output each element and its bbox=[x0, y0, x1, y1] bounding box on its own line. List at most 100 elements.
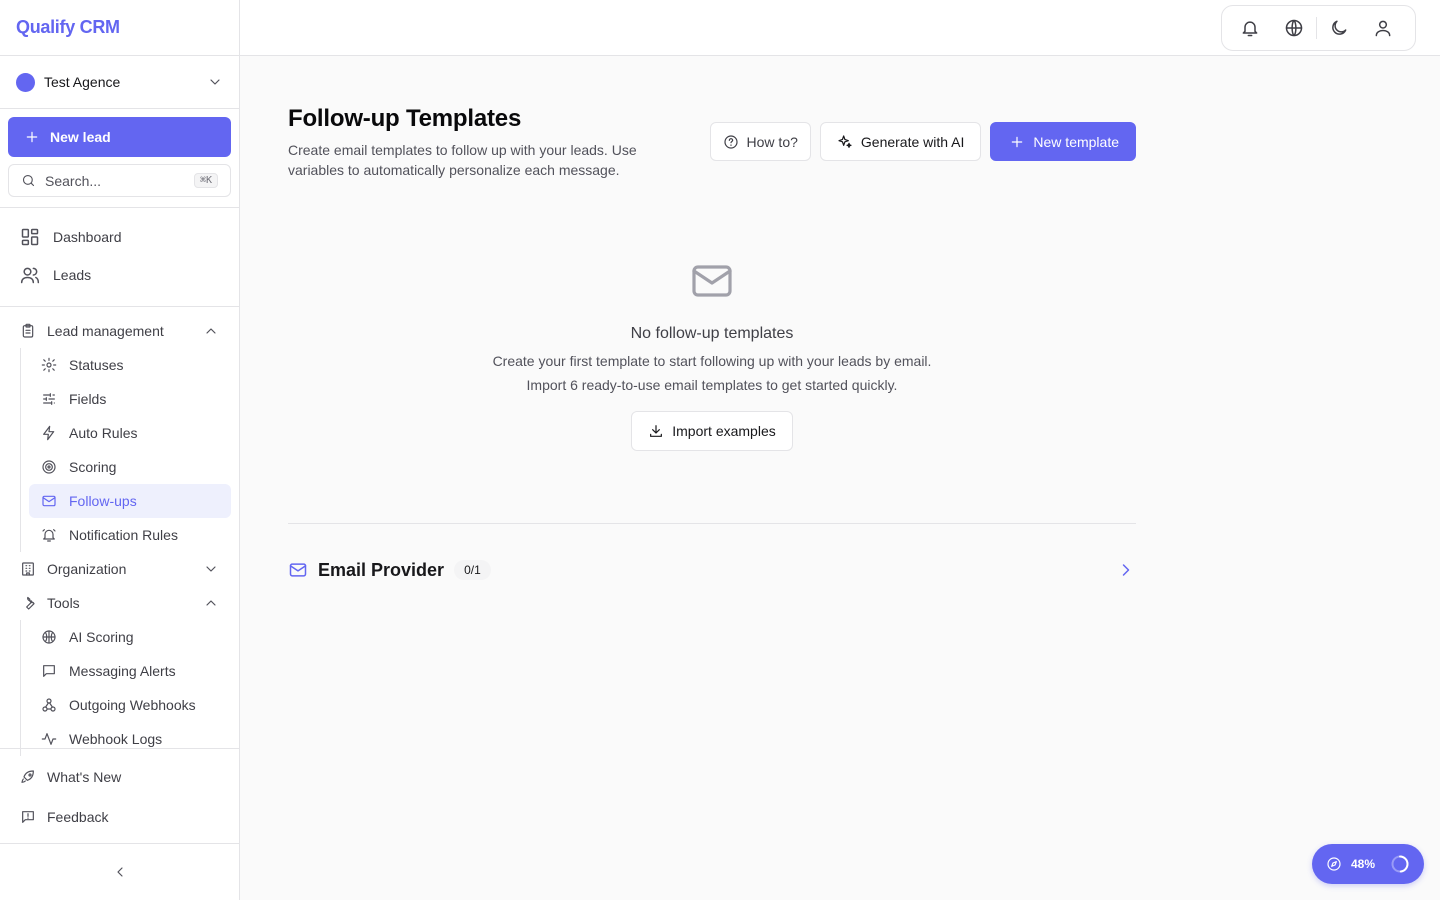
sidebar-item-auto-rules[interactable]: Auto Rules bbox=[29, 416, 231, 450]
globe-icon bbox=[1284, 18, 1304, 38]
sidebar-actions: New lead ⌘K bbox=[0, 109, 239, 208]
lead-management-list: Statuses Fields Auto Rules Scoring Follo… bbox=[20, 348, 231, 552]
chevron-down-icon bbox=[203, 561, 219, 577]
sidebar-item-label: Messaging Alerts bbox=[69, 663, 176, 679]
plus-icon bbox=[1009, 134, 1025, 150]
nav-item-label: Feedback bbox=[47, 809, 109, 825]
rocket-icon bbox=[20, 769, 36, 785]
chevron-left-icon bbox=[112, 864, 128, 880]
sidebar: Qualify CRM Test Agence New lead ⌘K D bbox=[0, 0, 240, 900]
group-tools[interactable]: Tools bbox=[8, 586, 231, 620]
sidebar-item-follow-ups[interactable]: Follow-ups bbox=[29, 484, 231, 518]
theme-toggle-button[interactable] bbox=[1317, 11, 1361, 45]
clipboard-icon bbox=[20, 323, 36, 339]
feedback-icon bbox=[20, 809, 36, 825]
nav-item-whats-new[interactable]: What's New bbox=[0, 757, 239, 797]
search-box[interactable]: ⌘K bbox=[8, 164, 231, 197]
nav-item-label: Leads bbox=[53, 267, 92, 283]
target-icon bbox=[41, 459, 57, 475]
new-template-label: New template bbox=[1033, 133, 1119, 150]
compass-icon bbox=[1326, 856, 1342, 872]
sidebar-item-outgoing-webhooks[interactable]: Outgoing Webhooks bbox=[29, 688, 231, 722]
sidebar-item-fields[interactable]: Fields bbox=[29, 382, 231, 416]
webhook-icon bbox=[41, 697, 57, 713]
header-actions: How to? Generate with AI New template bbox=[709, 122, 1136, 161]
sidebar-item-label: Auto Rules bbox=[69, 425, 138, 441]
sidebar-item-label: Fields bbox=[69, 391, 107, 407]
progress-percent: 48% bbox=[1351, 857, 1376, 871]
empty-state-title: No follow-up templates bbox=[630, 325, 794, 342]
import-examples-label: Import examples bbox=[672, 423, 776, 439]
onboarding-progress-button[interactable]: 48% bbox=[1312, 844, 1424, 884]
group-lead-management[interactable]: Lead management bbox=[8, 314, 231, 348]
generate-ai-label: Generate with AI bbox=[860, 133, 965, 150]
email-provider-title: Email Provider bbox=[318, 559, 445, 580]
new-template-button[interactable]: New template bbox=[990, 122, 1136, 161]
email-provider-section[interactable]: Email Provider 0/1 bbox=[288, 550, 1136, 590]
gear-icon bbox=[41, 357, 57, 373]
sidebar-item-messaging-alerts[interactable]: Messaging Alerts bbox=[29, 654, 231, 688]
message-icon bbox=[41, 663, 57, 679]
mail-icon bbox=[688, 257, 736, 305]
users-icon bbox=[20, 265, 40, 285]
dashboard-icon bbox=[20, 227, 40, 247]
help-circle-icon bbox=[723, 134, 739, 150]
group-label: Tools bbox=[47, 595, 80, 611]
sidebar-item-label: Follow-ups bbox=[69, 493, 137, 509]
plus-icon bbox=[24, 129, 40, 145]
topbar-actions bbox=[1221, 5, 1416, 51]
sidebar-item-statuses[interactable]: Statuses bbox=[29, 348, 231, 382]
new-lead-label: New lead bbox=[50, 129, 111, 145]
generate-ai-button[interactable]: Generate with AI bbox=[819, 122, 982, 161]
mail-icon bbox=[288, 560, 308, 580]
building-icon bbox=[20, 561, 36, 577]
group-label: Lead management bbox=[47, 323, 164, 339]
nav-item-dashboard[interactable]: Dashboard bbox=[8, 218, 231, 256]
search-shortcut: ⌘K bbox=[193, 173, 218, 188]
import-examples-button[interactable]: Import examples bbox=[631, 411, 793, 451]
sliders-icon bbox=[41, 391, 57, 407]
bell-ring-icon bbox=[41, 527, 57, 543]
group-organization[interactable]: Organization bbox=[8, 552, 231, 586]
tools-list: AI Scoring Messaging Alerts Outgoing Web… bbox=[20, 620, 231, 756]
bell-icon bbox=[1240, 18, 1260, 38]
chevron-down-icon bbox=[207, 74, 223, 90]
new-lead-button[interactable]: New lead bbox=[8, 117, 231, 157]
user-icon bbox=[1373, 18, 1393, 38]
language-button[interactable] bbox=[1272, 11, 1316, 45]
sparkles-icon bbox=[837, 134, 853, 150]
how-to-label: How to? bbox=[746, 133, 798, 150]
nav-item-label: Dashboard bbox=[53, 229, 122, 245]
sidebar-item-notification-rules[interactable]: Notification Rules bbox=[29, 518, 231, 552]
email-provider-count-badge: 0/1 bbox=[454, 560, 491, 580]
moon-icon bbox=[1329, 18, 1349, 38]
nav-item-leads[interactable]: Leads bbox=[8, 256, 231, 294]
chevron-up-icon bbox=[203, 595, 219, 611]
collapse-sidebar-button[interactable] bbox=[0, 843, 239, 900]
empty-state: No follow-up templates Create your first… bbox=[288, 257, 1136, 451]
page-heading: Follow-up Templates Create email templat… bbox=[288, 105, 688, 180]
how-to-button[interactable]: How to? bbox=[709, 122, 811, 161]
sidebar-item-ai-scoring[interactable]: AI Scoring bbox=[29, 620, 231, 654]
sidebar-item-scoring[interactable]: Scoring bbox=[29, 450, 231, 484]
topbar bbox=[240, 0, 1440, 56]
mail-icon bbox=[41, 493, 57, 509]
brand-logo[interactable]: Qualify CRM bbox=[0, 0, 239, 56]
main-nav: Dashboard Leads bbox=[0, 208, 239, 307]
activity-icon bbox=[41, 731, 57, 747]
search-icon bbox=[21, 173, 36, 188]
org-switcher[interactable]: Test Agence bbox=[0, 56, 239, 109]
empty-state-line: Create your first template to start foll… bbox=[492, 353, 932, 369]
user-menu-button[interactable] bbox=[1361, 11, 1405, 45]
brain-icon bbox=[41, 629, 57, 645]
page-header: Follow-up Templates Create email templat… bbox=[288, 105, 1136, 180]
notifications-button[interactable] bbox=[1228, 11, 1272, 45]
search-input[interactable] bbox=[45, 172, 185, 189]
sidebar-item-label: AI Scoring bbox=[69, 629, 134, 645]
org-avatar bbox=[16, 72, 35, 92]
sidebar-bottom: What's New Feedback bbox=[0, 748, 239, 837]
sidebar-item-label: Statuses bbox=[69, 357, 124, 373]
chevron-right-icon bbox=[1116, 560, 1136, 580]
progress-ring bbox=[1390, 854, 1410, 874]
nav-item-feedback[interactable]: Feedback bbox=[0, 797, 239, 837]
